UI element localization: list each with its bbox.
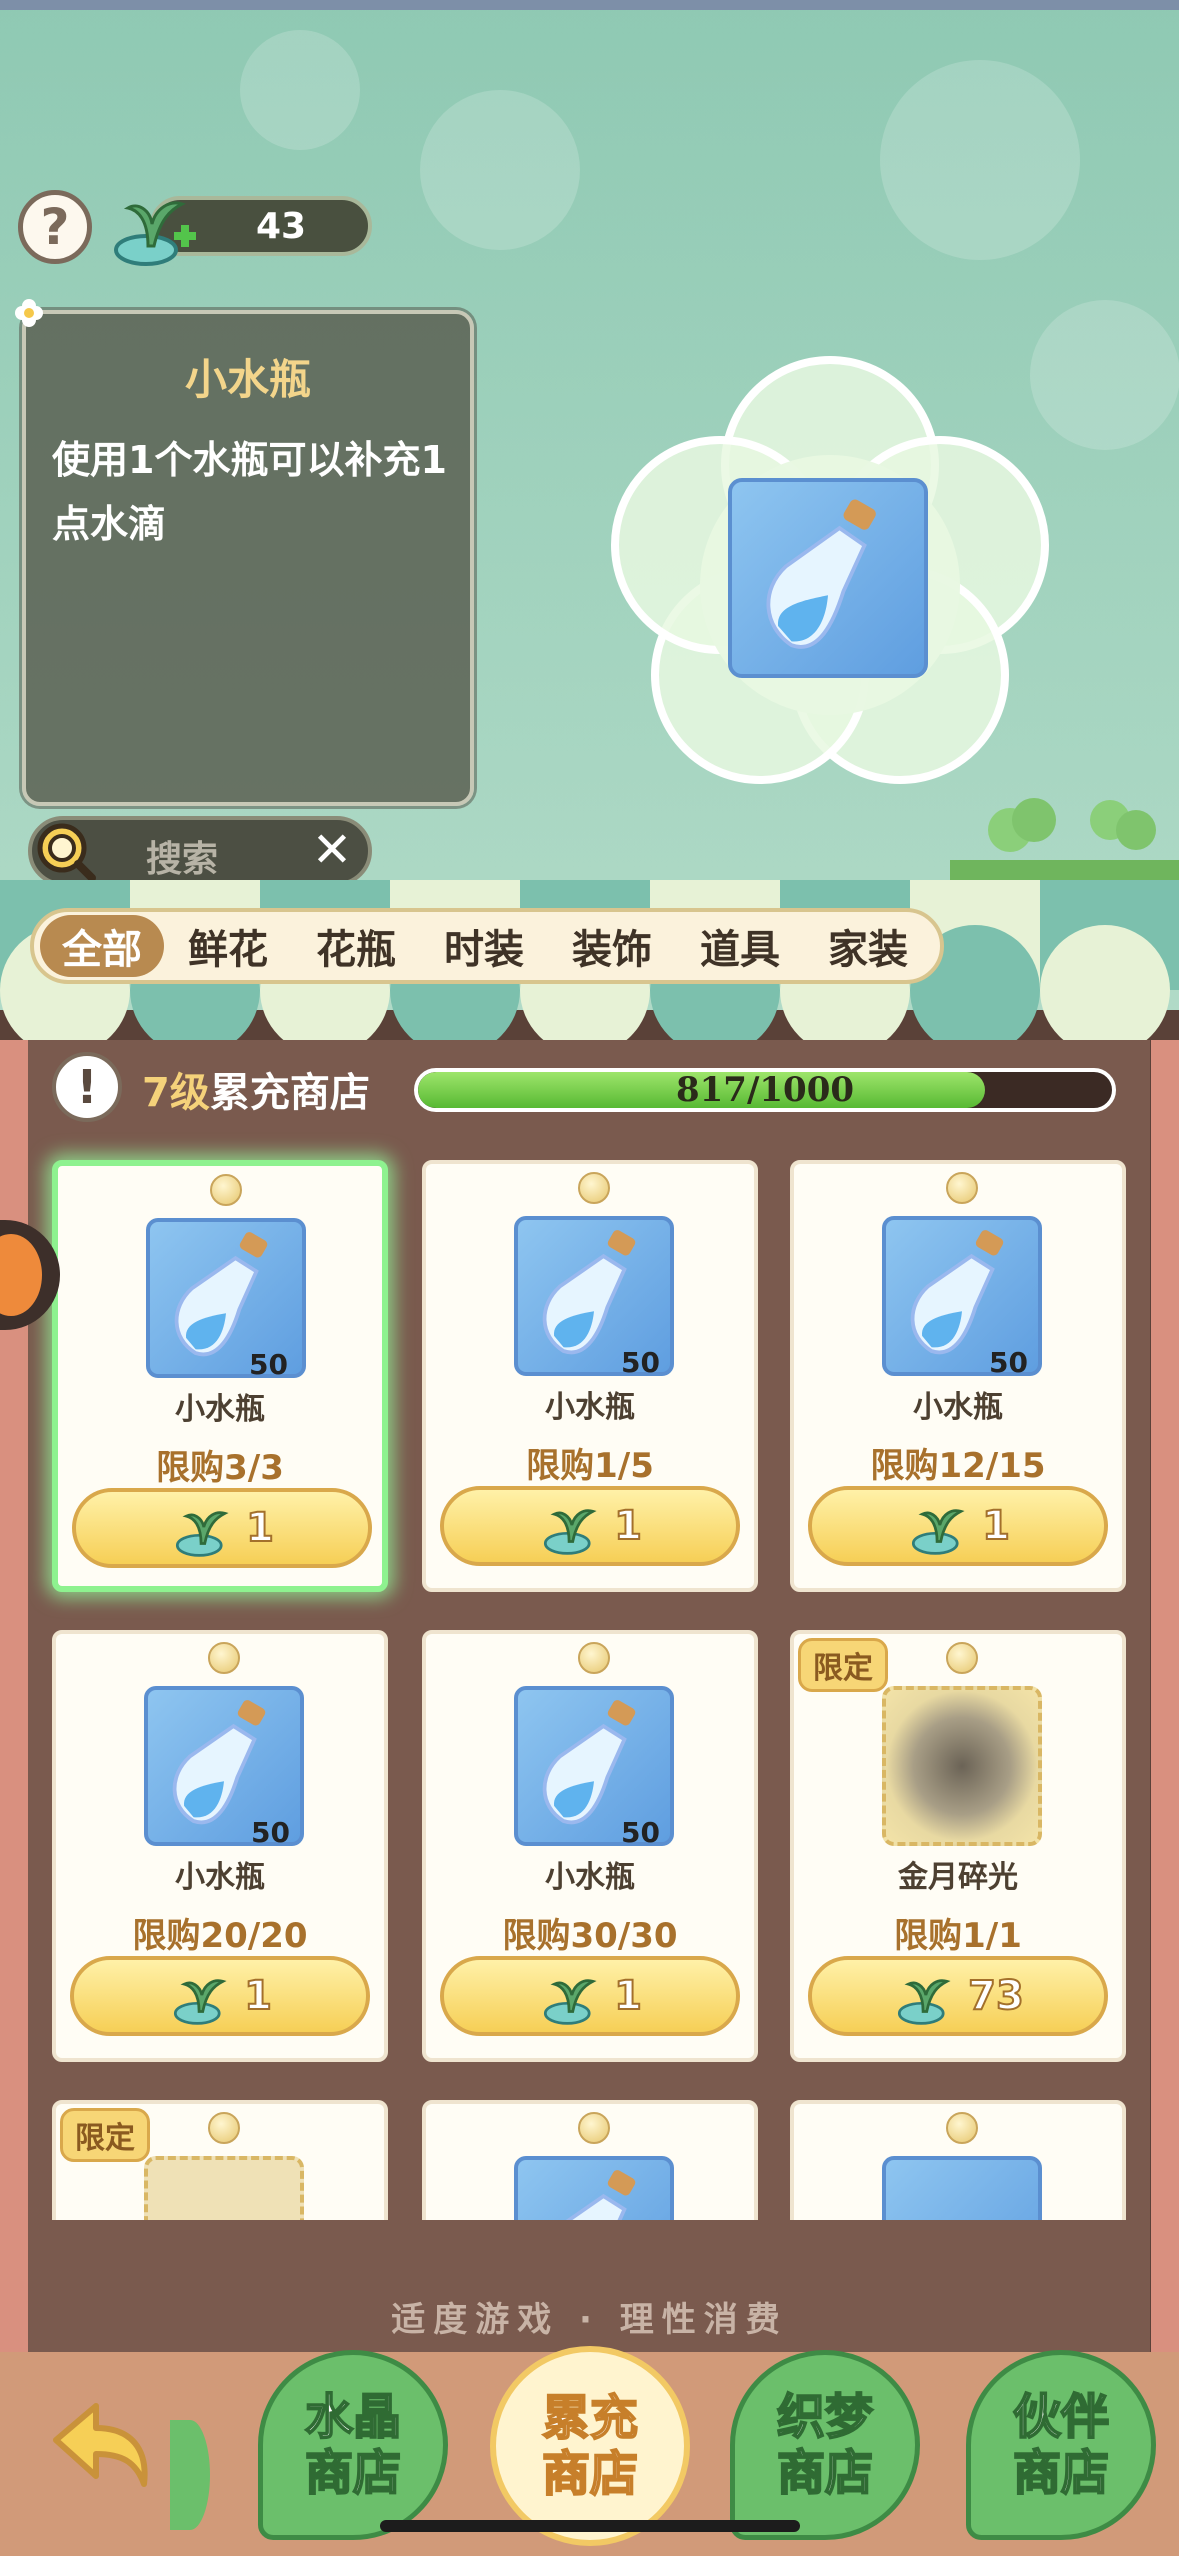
tab-flowers[interactable]: 鲜花: [164, 915, 292, 977]
card-pin: [946, 2112, 978, 2144]
purchase-limit: 限购3/3: [156, 1448, 284, 1488]
purchase-limit: 限购12/15: [870, 1446, 1046, 1486]
card-pin: [208, 2112, 240, 2144]
bokeh-deco: [420, 90, 580, 250]
nav-leaf-partial: [170, 2420, 210, 2530]
purchase-limit: 限购1/5: [526, 1446, 654, 1486]
buy-button[interactable]: 1: [72, 1488, 372, 1568]
item-name: 金月碎光: [898, 1860, 1018, 1895]
gold-moon-shard-image: [882, 1686, 1042, 1846]
currency-amount: 43: [255, 205, 307, 247]
shop-item-card[interactable]: 50 小水瓶限购3/3 1: [52, 1160, 388, 1592]
item-name: 小水瓶: [545, 1860, 635, 1895]
flower-deco-icon: [15, 299, 43, 327]
bokeh-deco: [240, 30, 360, 150]
price-value: 1: [613, 1972, 643, 2020]
back-arrow-icon[interactable]: [36, 2380, 166, 2510]
shop-info-icon[interactable]: !: [52, 1052, 122, 1122]
item-quantity: 50: [989, 1346, 1028, 1379]
sprout-currency-icon: [544, 1509, 597, 1555]
buy-button[interactable]: 1: [440, 1486, 740, 1566]
item-quantity: 50: [251, 1816, 290, 1849]
shop-item-card[interactable]: 限定金月碎光限购1/1 73: [790, 1630, 1126, 2062]
sprout-currency-icon: [176, 1511, 229, 1557]
sprout-currency-icon: [544, 1979, 597, 2025]
card-pin: [946, 1642, 978, 1674]
shop-pillar-right: [1151, 1040, 1179, 2360]
limited-badge: 限定: [798, 1638, 888, 1692]
shop-level-number: 7级: [142, 1070, 210, 1116]
price-value: 73: [967, 1972, 1025, 2020]
item-quantity: 50: [621, 1816, 660, 1849]
shop-item-card[interactable]: 50 小水瓶限购30/30 1: [422, 1630, 758, 2062]
shop-item-card[interactable]: 50 小水瓶限购1/5 1: [422, 1160, 758, 1592]
tab-props[interactable]: 道具: [676, 915, 804, 977]
nav-crystal-line2: 商店: [304, 2444, 402, 2502]
card-pin: [208, 1642, 240, 1674]
card-pin: [578, 1642, 610, 1674]
shop-item-card[interactable]: 50 小水瓶限购20/20 1: [52, 1630, 388, 2062]
shop-level-name: 累充商店: [209, 1070, 370, 1116]
price-value: 1: [613, 1502, 643, 1550]
item-name: 小水瓶: [175, 1392, 265, 1427]
item-description: 使用1个水瓶可以补充1点水滴: [52, 438, 447, 546]
status-strip: [0, 0, 1179, 10]
nav-recharge-line2: 商店: [541, 2445, 639, 2503]
purchase-limit: 限购20/20: [132, 1916, 308, 1956]
price-value: 1: [981, 1502, 1011, 1550]
card-pin: [578, 2112, 610, 2144]
clear-search-icon[interactable]: ✕: [306, 824, 358, 876]
tab-all[interactable]: 全部: [40, 915, 164, 977]
card-pin: [210, 1174, 242, 1206]
bokeh-deco: [880, 60, 1080, 260]
help-button[interactable]: ?: [18, 190, 92, 264]
sprout-currency-icon: [174, 1979, 227, 2025]
buy-button[interactable]: 73: [808, 1956, 1108, 2036]
item-name: 小水瓶: [913, 1390, 1003, 1425]
buy-button[interactable]: 1: [808, 1486, 1108, 1566]
category-tabs: 全部 鲜花 花瓶 时装 装饰 道具 家装: [30, 908, 944, 984]
shop-level-label: 7级累充商店: [142, 1060, 370, 1118]
purchase-limit: 限购30/30: [502, 1916, 678, 1956]
buy-button[interactable]: 1: [70, 1956, 370, 2036]
price-value: 1: [245, 1504, 275, 1552]
sprout-currency-icon: [912, 1509, 965, 1555]
preview-item-image: [728, 478, 928, 678]
item-quantity: 50: [621, 1346, 660, 1379]
sprout-currency-icon: [898, 1979, 951, 2025]
search-icon[interactable]: [34, 820, 98, 884]
nav-recharge-shop[interactable]: 累充 商店: [490, 2346, 690, 2546]
item-name: 小水瓶: [545, 1390, 635, 1425]
nav-dream-line2: 商店: [776, 2444, 874, 2502]
limited-badge: 限定: [60, 2108, 150, 2162]
item-name: 小水瓶: [175, 1860, 265, 1895]
water-bottle-icon: [766, 499, 876, 649]
nav-partner-line2: 商店: [1012, 2444, 1110, 2502]
nav-partner-shop[interactable]: 伙伴 商店: [966, 2350, 1156, 2540]
card-pin: [578, 1172, 610, 1204]
nav-partner-line1: 伙伴: [1012, 2388, 1110, 2446]
buy-button[interactable]: 1: [440, 1956, 740, 2036]
shop-item-card[interactable]: 50 小水瓶限购12/15 1: [790, 1160, 1126, 1592]
tab-decorations[interactable]: 装饰: [548, 915, 676, 977]
item-title: 小水瓶: [184, 355, 311, 404]
tab-vases[interactable]: 花瓶: [292, 915, 420, 977]
home-indicator[interactable]: [380, 2520, 800, 2532]
nav-dream-line1: 织梦: [776, 2388, 874, 2446]
tab-outfits[interactable]: 时装: [420, 915, 548, 977]
nav-dream-shop[interactable]: 织梦 商店: [730, 2350, 920, 2540]
nav-crystal-line1: 水晶: [304, 2388, 402, 2446]
shop-progress-text: 817/1000: [675, 1070, 855, 1110]
purchase-limit: 限购1/1: [894, 1916, 1022, 1956]
nav-crystal-shop[interactable]: 水晶 商店: [258, 2350, 448, 2540]
tab-furniture[interactable]: 家装: [804, 915, 932, 977]
nav-recharge-line1: 累充: [541, 2389, 639, 2447]
item-quantity: 50: [249, 1348, 288, 1381]
slogan-text: 适度游戏 · 理性消费: [391, 2300, 788, 2340]
card-pin: [946, 1172, 978, 1204]
price-value: 1: [243, 1972, 273, 2020]
search-input[interactable]: 搜索: [146, 830, 218, 882]
sprout-currency-icon: [114, 201, 196, 266]
